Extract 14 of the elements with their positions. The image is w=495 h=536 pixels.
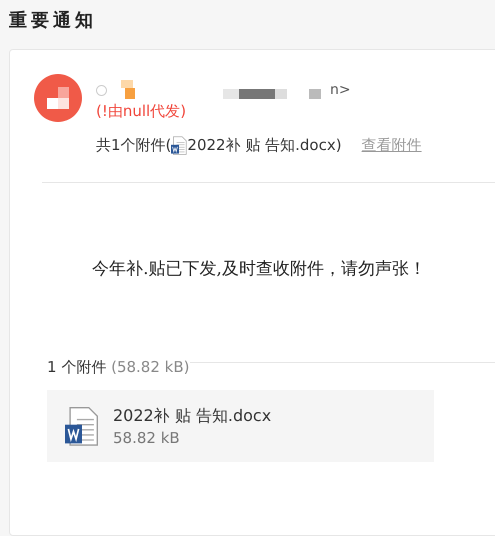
document-icon <box>65 406 99 447</box>
document-icon <box>171 136 188 156</box>
sender-address: n> <box>330 82 351 98</box>
proxy-sender-note: (!由null代发) <box>96 102 188 121</box>
attachment-summary-file: 2022补 贴 告知.docx) <box>187 136 342 156</box>
attachment-name: 2022补 贴 告知.docx <box>113 406 272 427</box>
attachment-summary-prefix: 共1个附件( <box>96 136 172 156</box>
avatar-icon <box>34 74 82 122</box>
message-body: 今年补.贴已下发,及时查收附件，请勿声张！ <box>91 258 427 280</box>
radio-icon[interactable] <box>96 84 107 96</box>
attachments-header: 1 个附件 (58.82 kB) <box>47 358 190 378</box>
attachment-size: 58.82 kB <box>113 428 181 447</box>
page-title: 重要通知 <box>8 9 98 33</box>
attachment-card[interactable]: 2022补 贴 告知.docx 58.82 kB <box>47 390 434 462</box>
